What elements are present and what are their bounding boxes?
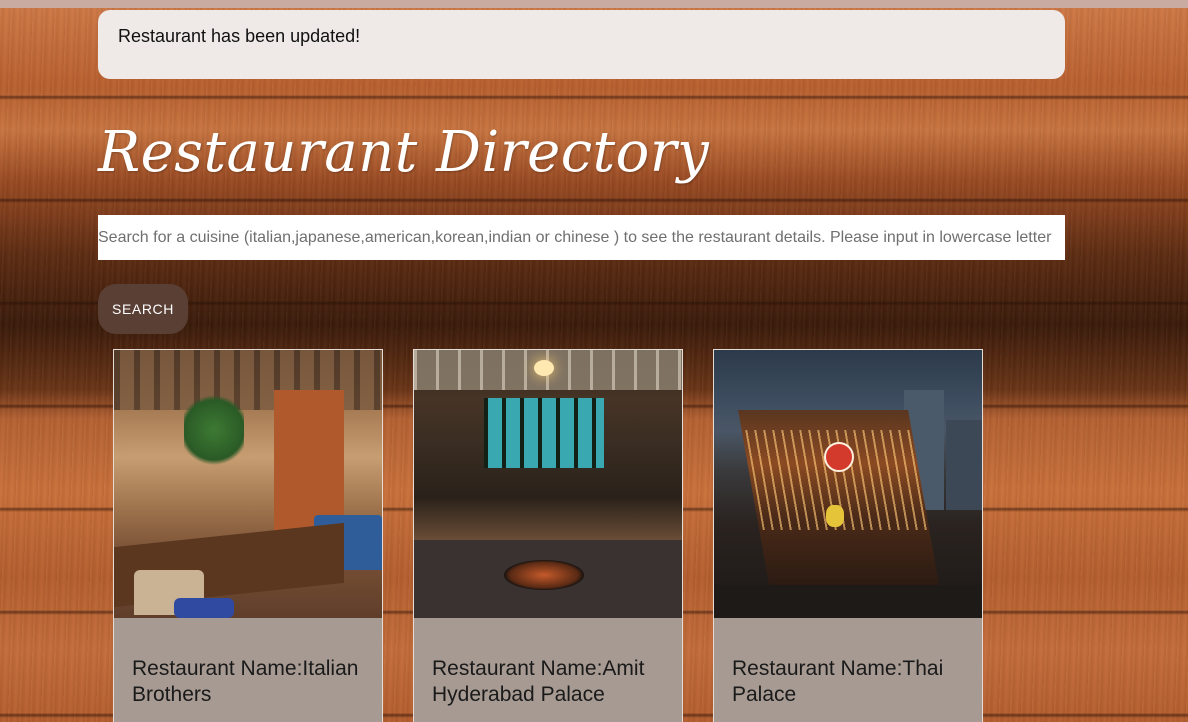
search-button[interactable]: Search [98,284,188,334]
cuisine-search-input[interactable] [98,215,1065,260]
restaurant-interior-photo [114,350,382,618]
search-field [98,215,1065,260]
success-alert: Restaurant has been updated! [98,10,1065,79]
restaurant-card[interactable]: Restaurant Name:Italian Brothers [113,349,383,722]
restaurant-dining-photo [414,350,682,618]
alert-message: Restaurant has been updated! [118,26,361,46]
restaurant-card[interactable]: Restaurant Name:Amit Hyderabad Palace [413,349,683,722]
restaurant-card[interactable]: Restaurant Name:Thai Palace [713,349,983,722]
card-body: Restaurant Name:Thai Palace [714,618,982,708]
restaurant-name: Restaurant Name:Thai Palace [732,657,944,706]
top-bar [0,0,1188,8]
card-body: Restaurant Name:Amit Hyderabad Palace [414,618,682,708]
restaurant-name: Restaurant Name:Italian Brothers [132,657,359,706]
card-body: Restaurant Name:Italian Brothers [114,618,382,708]
street-restaurant-photo [714,350,982,618]
restaurant-name: Restaurant Name:Amit Hyderabad Palace [432,657,645,706]
page-title: Restaurant Directory [98,120,710,185]
